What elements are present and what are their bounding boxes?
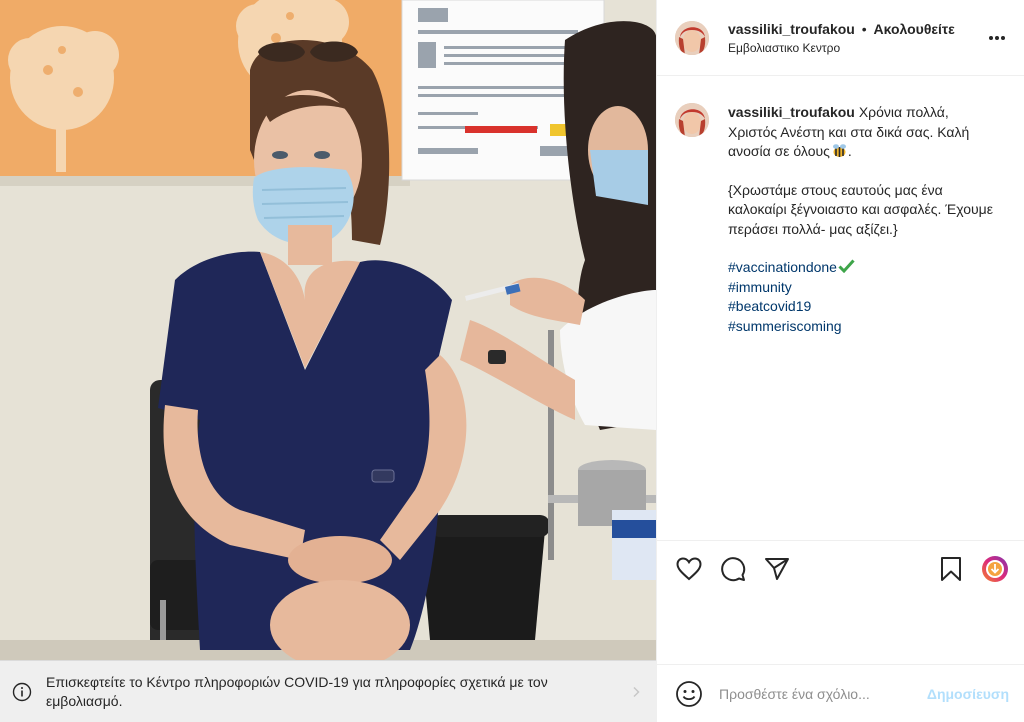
comment-form: Δημοσίευση	[657, 664, 1024, 722]
check-mark-icon	[838, 259, 855, 274]
comment-button[interactable]	[719, 555, 747, 583]
hashtag-link[interactable]: #vaccinationdone	[728, 258, 998, 278]
post-photo[interactable]	[0, 0, 656, 660]
instagram-post-modal: Επισκεφτείτε το Κέντρο πληροφοριών COVID…	[0, 0, 1024, 722]
emoji-icon[interactable]	[675, 680, 703, 708]
chevron-right-icon	[633, 686, 640, 697]
caption-body: vassiliki_troufakou Χρόνια πολλά, Χριστός…	[728, 103, 998, 336]
like-button[interactable]	[675, 555, 703, 583]
caption-gap	[728, 239, 998, 258]
hashtag-link[interactable]: #immunity	[728, 278, 998, 298]
post-side-panel: vassiliki_troufakou • Ακολουθείτε Εμβολι…	[656, 0, 1024, 722]
share-button[interactable]	[763, 555, 791, 583]
hashtag-link[interactable]: #beatcovid19	[728, 297, 998, 317]
comments-area: vassiliki_troufakou Χρόνια πολλά, Χριστός…	[657, 77, 1024, 539]
caption-line-1-end: .	[847, 143, 852, 159]
info-icon	[12, 682, 32, 701]
avatar[interactable]	[675, 20, 709, 55]
caption-avatar[interactable]	[675, 103, 709, 137]
following-button[interactable]: Ακολουθείτε	[874, 21, 955, 37]
post-header: vassiliki_troufakou • Ακολουθείτε Εμβολι…	[657, 0, 1024, 76]
header-title-line: vassiliki_troufakou • Ακολουθείτε	[728, 21, 985, 37]
header-meta: vassiliki_troufakou • Ακολουθείτε Εμβολι…	[728, 21, 985, 55]
avatar-image	[675, 103, 709, 137]
heart-icon	[676, 556, 702, 580]
caption: vassiliki_troufakou Χρόνια πολλά, Χριστός…	[675, 103, 1009, 336]
action-bar	[657, 540, 1024, 596]
more-horizontal-icon	[989, 35, 1005, 40]
bookmark-icon	[941, 556, 961, 581]
reels-badge-icon	[982, 555, 1008, 582]
caption-line-2: {Χρωστάμε στους εαυτούς μας ένα καλοκαίρ…	[728, 181, 993, 237]
bee-emoji-icon	[832, 144, 846, 157]
covid-info-banner[interactable]: Επισκεφτείτε το Κέντρο πληροφοριών COVID…	[0, 660, 656, 722]
vaccination-photo	[0, 0, 656, 660]
caption-username[interactable]: vassiliki_troufakou	[728, 104, 855, 120]
location-link[interactable]: Εμβολιαστικο Κεντρο	[728, 41, 985, 55]
header-separator: •	[861, 20, 867, 37]
avatar-image	[675, 20, 709, 55]
covid-banner-text: Επισκεφτείτε το Κέντρο πληροφοριών COVID…	[46, 673, 548, 709]
post-comment-button[interactable]: Δημοσίευση	[927, 686, 1009, 702]
comment-icon	[721, 556, 746, 581]
reels-badge[interactable]	[981, 555, 1009, 583]
hashtag-link[interactable]: #summeriscoming	[728, 317, 998, 337]
header-username[interactable]: vassiliki_troufakou	[728, 21, 855, 37]
more-options-button[interactable]	[985, 26, 1009, 50]
hashtag-text: #vaccinationdone	[728, 259, 837, 275]
send-icon	[765, 557, 789, 580]
caption-gap	[728, 162, 998, 181]
comment-input[interactable]	[719, 685, 919, 702]
save-button[interactable]	[937, 555, 965, 583]
